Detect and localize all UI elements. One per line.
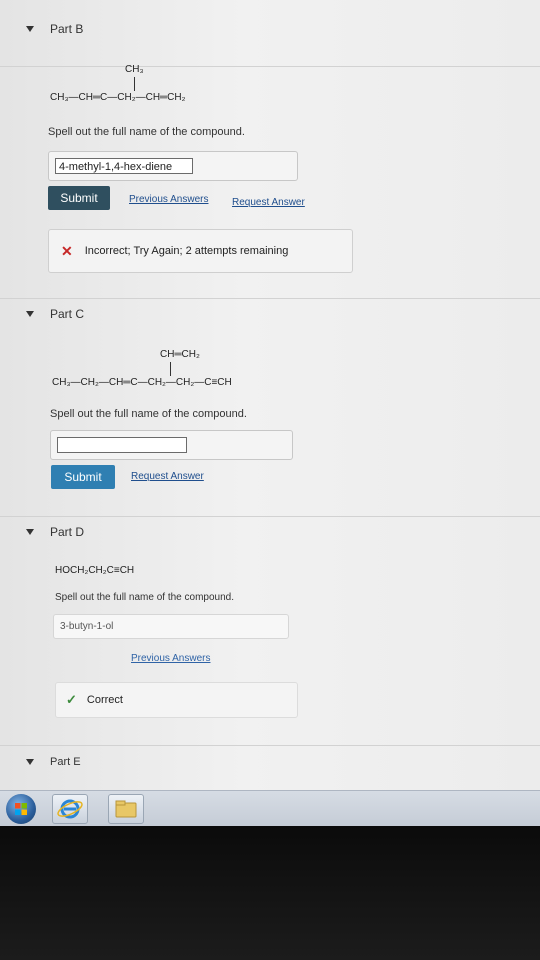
part-d-question: Spell out the full name of the compound. — [55, 592, 235, 603]
part-b-branch: CH₃ — [125, 64, 144, 75]
part-b-question: Spell out the full name of the compound. — [48, 126, 245, 138]
part-c-chain: CH₃—CH₂—CH═C—CH₂—CH₂—C≡CH — [52, 377, 232, 388]
collapse-triangle-icon[interactable] — [26, 529, 34, 535]
collapse-triangle-icon[interactable] — [26, 26, 34, 32]
part-c-structure: CH═CH₂ CH₃—CH₂—CH═C—CH₂—CH₂—C≡CH — [52, 349, 232, 388]
divider — [0, 298, 540, 299]
monitor-bezel — [0, 826, 540, 960]
internet-explorer-icon[interactable] — [52, 794, 88, 824]
bond-line — [170, 362, 171, 376]
part-c-title: Part C — [50, 307, 85, 321]
part-c-request-answer-link[interactable]: Request Answer — [131, 471, 204, 482]
part-d-formula: HOCH₂CH₂C≡CH — [55, 565, 135, 576]
part-b-request-answer-link[interactable]: Request Answer — [232, 197, 305, 208]
part-d-previous-answers-link[interactable]: Previous Answers — [131, 653, 210, 664]
part-b-submit-button[interactable]: Submit — [48, 186, 110, 210]
part-d-feedback-text: Correct — [86, 694, 123, 706]
part-d-answer-value: 3-butyn-1-ol — [60, 621, 114, 632]
taskbar — [0, 790, 540, 827]
collapse-triangle-icon[interactable] — [26, 759, 34, 765]
part-c-question: Spell out the full name of the compound. — [50, 408, 247, 420]
divider — [0, 66, 540, 67]
part-c-answer-box — [50, 430, 293, 460]
part-d-feedback: ✓ Correct — [55, 682, 298, 718]
part-e-header[interactable]: Part E — [26, 751, 81, 773]
collapse-triangle-icon[interactable] — [26, 311, 34, 317]
part-d-answer-box[interactable]: 3-butyn-1-ol — [53, 614, 289, 639]
part-d-title: Part D — [50, 525, 85, 539]
part-b-answer-box: 4-methyl-1,4-hex-diene — [48, 151, 298, 181]
part-b-feedback: ✕ Incorrect; Try Again; 2 attempts remai… — [48, 229, 353, 273]
windows-start-icon[interactable] — [6, 794, 36, 824]
part-c-branch: CH═CH₂ — [160, 349, 200, 360]
part-b-previous-answers-link[interactable]: Previous Answers — [129, 194, 208, 205]
file-explorer-icon[interactable] — [108, 794, 144, 824]
part-c-submit-button[interactable]: Submit — [51, 465, 115, 489]
bond-line — [134, 77, 135, 91]
part-c-header[interactable]: Part C — [26, 303, 84, 325]
part-b-answer-input[interactable]: 4-methyl-1,4-hex-diene — [55, 158, 193, 174]
browser-viewport: Part B CH₃ CH₃—CH═C—CH₂—CH═CH₂ Spell out… — [0, 0, 540, 790]
part-b-header[interactable]: Part B — [26, 18, 83, 40]
check-correct-icon: ✓ — [66, 692, 77, 707]
part-b-chain: CH₃—CH═C—CH₂—CH═CH₂ — [50, 92, 186, 103]
part-b-feedback-text: Incorrect; Try Again; 2 attempts remaini… — [84, 245, 289, 257]
x-incorrect-icon: ✕ — [61, 242, 73, 259]
part-c-answer-input[interactable] — [57, 437, 187, 453]
part-b-title: Part B — [50, 22, 84, 36]
part-b-structure: CH₃ CH₃—CH═C—CH₂—CH═CH₂ — [50, 64, 186, 103]
part-e-title: Part E — [50, 756, 81, 768]
part-d-header[interactable]: Part D — [26, 521, 84, 543]
divider — [0, 745, 540, 746]
divider — [0, 516, 540, 517]
